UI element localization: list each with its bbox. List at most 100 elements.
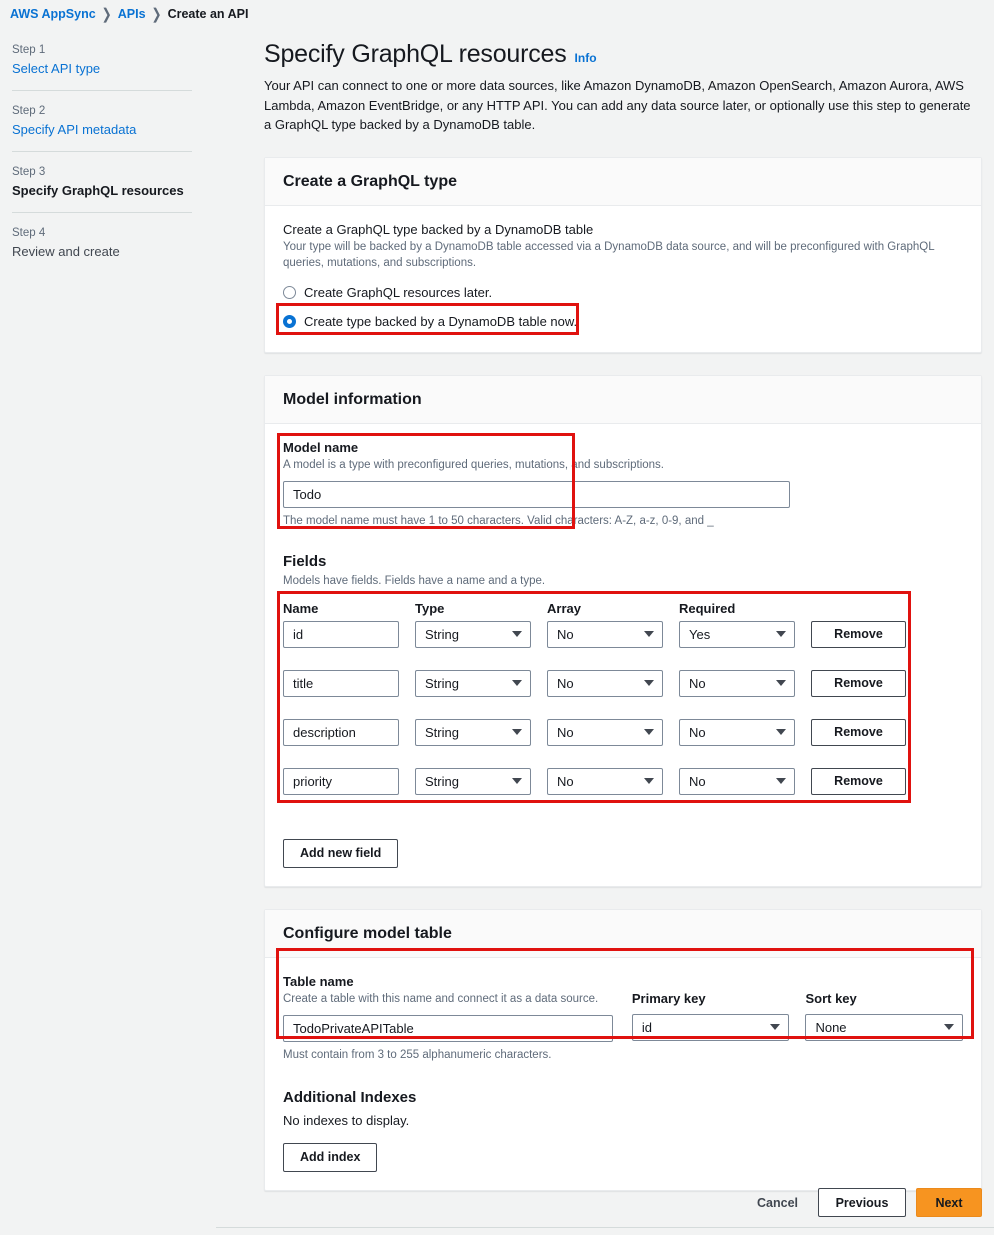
breadcrumb-item-apis[interactable]: APIs <box>118 7 146 21</box>
chevron-down-icon <box>644 729 654 735</box>
field-type-select[interactable]: String <box>415 669 531 697</box>
field-type-select[interactable]: String <box>415 620 531 648</box>
field-type-value: String <box>425 724 459 740</box>
radio-option-create-later[interactable]: Create GraphQL resources later. <box>283 281 963 305</box>
model-name-hint: A model is a type with preconfigured que… <box>283 458 664 471</box>
table-name-input[interactable]: TodoPrivateAPITable <box>283 1014 613 1042</box>
step-divider <box>12 151 192 152</box>
wizard-step-2[interactable]: Step 2 Specify API metadata <box>12 105 192 151</box>
table-name-hint: Create a table with this name and connec… <box>283 992 599 1005</box>
chevron-down-icon <box>512 778 522 784</box>
wizard-step-3-number: Step 3 <box>12 166 46 178</box>
field-name-input[interactable]: priority <box>283 767 399 795</box>
remove-field-button[interactable]: Remove <box>811 718 906 746</box>
wizard-step-2-number: Step 2 <box>12 105 46 117</box>
model-information-card-header: Model information <box>265 375 981 424</box>
create-graphql-type-card: Create a GraphQL type Create a GraphQL t… <box>264 156 982 353</box>
field-row: id String No Yes Remove <box>283 620 963 648</box>
chevron-down-icon <box>776 729 786 735</box>
field-required-value: No <box>689 724 706 740</box>
chevron-right-icon: ❯ <box>151 5 162 23</box>
previous-button[interactable]: Previous <box>818 1188 906 1217</box>
fields-column-header-array: Array <box>547 600 581 616</box>
wizard-step-3-label: Specify GraphQL resources <box>12 183 184 198</box>
appsync-create-api-page: AWS AppSync ❯ APIs ❯ Create an API Step … <box>0 0 994 1235</box>
field-required-select[interactable]: Yes <box>679 620 795 648</box>
model-information-card-title: Model information <box>283 390 422 408</box>
chevron-down-icon <box>770 1024 781 1030</box>
field-required-value: Yes <box>689 626 711 642</box>
field-type-value: String <box>425 675 459 691</box>
chevron-down-icon <box>644 631 654 637</box>
dynamodb-type-section-hint: Your type will be backed by a DynamoDB t… <box>283 240 935 269</box>
remove-field-button[interactable]: Remove <box>811 620 906 648</box>
configure-model-table-card: Configure model table Table name Create … <box>264 908 982 1191</box>
chevron-down-icon <box>644 778 654 784</box>
model-name-label: Model name <box>283 439 359 455</box>
field-name-input[interactable]: id <box>283 620 399 648</box>
add-new-field-button[interactable]: Add new field <box>283 838 399 868</box>
configure-model-table-card-body: Table name Create a table with this name… <box>265 958 981 1190</box>
primary-key-value: id <box>641 1019 653 1035</box>
field-array-select[interactable]: No <box>547 669 663 697</box>
breadcrumb: AWS AppSync ❯ APIs ❯ Create an API <box>10 5 249 23</box>
fields-column-header-type: Type <box>415 600 445 616</box>
field-required-select[interactable]: No <box>679 767 795 795</box>
wizard-step-1-label[interactable]: Select API type <box>12 61 192 76</box>
primary-key-form-field: Primary key id <box>631 974 790 1041</box>
field-type-value: String <box>425 626 459 642</box>
model-name-input[interactable]: Todo <box>283 480 790 508</box>
configure-model-table-card-title: Configure model table <box>283 924 452 942</box>
fields-table-header: Name Type Array Required <box>283 601 963 616</box>
field-name-input[interactable]: description <box>283 718 399 746</box>
additional-indexes-heading: Additional Indexes <box>283 1088 417 1106</box>
create-graphql-type-card-header: Create a GraphQL type <box>265 157 981 206</box>
field-row: title String No No Remove <box>283 669 963 697</box>
wizard-step-2-label[interactable]: Specify API metadata <box>12 122 192 137</box>
sort-key-select[interactable]: None <box>805 1013 964 1041</box>
chevron-down-icon <box>512 680 522 686</box>
model-information-card-body: Model name A model is a type with precon… <box>265 424 981 886</box>
model-information-card: Model information Model name A model is … <box>264 374 982 887</box>
info-link[interactable]: Info <box>575 51 597 65</box>
step-divider <box>12 90 192 91</box>
radio-icon-unselected[interactable] <box>283 286 296 299</box>
add-index-button[interactable]: Add index <box>283 1142 378 1172</box>
field-required-select[interactable]: No <box>679 669 795 697</box>
sort-key-form-field: Sort key None <box>805 974 964 1041</box>
field-array-select[interactable]: No <box>547 718 663 746</box>
chevron-down-icon <box>944 1024 955 1030</box>
additional-indexes-section: Additional Indexes No indexes to display… <box>283 1089 963 1172</box>
radio-option-create-later-label[interactable]: Create GraphQL resources later. <box>304 285 492 300</box>
radio-option-create-now-label[interactable]: Create type backed by a DynamoDB table n… <box>304 314 577 329</box>
breadcrumb-item-aws-appsync[interactable]: AWS AppSync <box>10 7 96 21</box>
cancel-button[interactable]: Cancel <box>747 1188 808 1217</box>
radio-icon-selected[interactable] <box>283 315 296 328</box>
wizard-step-3: Step 3 Specify GraphQL resources <box>12 166 192 212</box>
field-array-select[interactable]: No <box>547 767 663 795</box>
chevron-down-icon <box>776 631 786 637</box>
remove-field-button[interactable]: Remove <box>811 767 906 795</box>
dynamodb-type-section-label: Create a GraphQL type backed by a Dynamo… <box>283 221 594 237</box>
field-name-input[interactable]: title <box>283 669 399 697</box>
chevron-right-icon: ❯ <box>101 5 112 23</box>
field-array-value: No <box>557 773 574 789</box>
wizard-footer: Cancel Previous Next <box>0 1188 994 1217</box>
page-title: Specify GraphQL resources <box>264 40 567 68</box>
chevron-down-icon <box>644 680 654 686</box>
radio-option-create-now[interactable]: Create type backed by a DynamoDB table n… <box>283 310 963 334</box>
breadcrumb-item-create-an-api: Create an API <box>167 7 249 21</box>
fields-column-header-required: Required <box>679 600 736 616</box>
fields-heading: Fields <box>283 552 327 570</box>
remove-field-button[interactable]: Remove <box>811 669 906 697</box>
field-row: priority String No No Remove <box>283 767 963 795</box>
wizard-step-1[interactable]: Step 1 Select API type <box>12 44 192 90</box>
primary-key-select[interactable]: id <box>631 1013 790 1041</box>
field-required-select[interactable]: No <box>679 718 795 746</box>
field-type-select[interactable]: String <box>415 767 531 795</box>
fields-column-header-name: Name <box>283 600 319 616</box>
field-array-select[interactable]: No <box>547 620 663 648</box>
field-row: description String No No Remove <box>283 718 963 746</box>
field-type-select[interactable]: String <box>415 718 531 746</box>
next-button[interactable]: Next <box>916 1188 982 1217</box>
